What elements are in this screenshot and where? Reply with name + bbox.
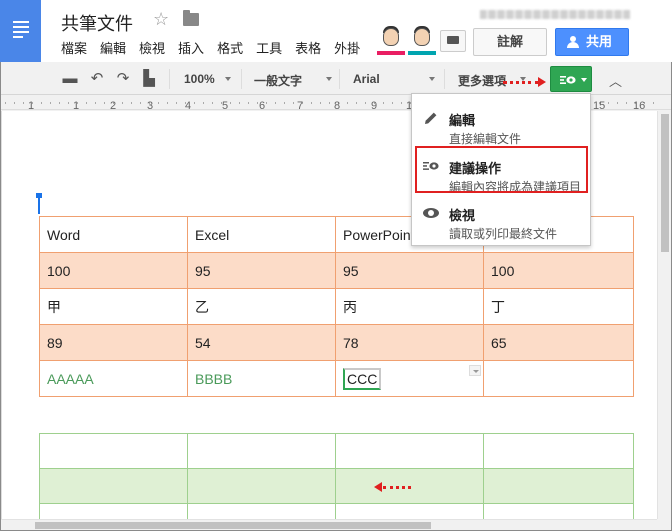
table-cell[interactable]: [187, 503, 336, 519]
table-cell[interactable]: 100: [483, 252, 634, 289]
table-cell[interactable]: [335, 503, 484, 519]
table-cell[interactable]: [187, 468, 336, 504]
table-cell[interactable]: 65: [483, 324, 634, 361]
menu-table[interactable]: 表格: [295, 38, 321, 57]
zoom-select[interactable]: 100%: [184, 72, 239, 86]
font-select[interactable]: Arial: [353, 72, 441, 86]
table-cell[interactable]: 78: [335, 324, 484, 361]
document-title[interactable]: 共筆文件: [61, 10, 133, 36]
suggest-icon: [560, 76, 576, 84]
annotation-arrow: [383, 486, 411, 489]
menu-bar: 檔案 編輯 檢視 插入 格式 工具 表格 外掛: [61, 38, 373, 57]
eye-icon: [423, 205, 439, 221]
table-cell[interactable]: 甲: [39, 288, 188, 325]
table-row: AAAAA BBBB CCC: [39, 360, 634, 397]
comments-button[interactable]: 註解: [473, 28, 547, 56]
menu-format[interactable]: 格式: [217, 38, 243, 57]
table-cell[interactable]: AAAAA: [39, 360, 188, 397]
empty-table[interactable]: [39, 433, 634, 519]
docs-home-icon[interactable]: [0, 0, 41, 62]
suggested-text[interactable]: CCC: [343, 367, 382, 390]
mode-editing-item[interactable]: 編輯 直接編輯文件: [412, 100, 592, 146]
table-row: [39, 433, 634, 469]
mode-viewing-item[interactable]: 檢視 讀取或列印最終文件: [412, 195, 592, 241]
table-cell[interactable]: 丁: [483, 288, 634, 325]
table-cell[interactable]: [335, 433, 484, 469]
person-icon: [567, 36, 580, 48]
table-row: 100 95 95 100: [39, 252, 634, 289]
table-cell[interactable]: Word: [39, 216, 188, 253]
table-cell[interactable]: 100: [39, 252, 188, 289]
table-cell[interactable]: 89: [39, 324, 188, 361]
pencil-icon: [425, 112, 437, 124]
table-row: [39, 468, 634, 504]
table-cell[interactable]: [483, 468, 634, 504]
header: 共筆文件 ☆ 檔案 編輯 檢視 插入 格式 工具 表格 外掛 註解 共用: [0, 0, 672, 62]
redo-icon[interactable]: ↷: [115, 71, 131, 87]
share-label: 共用: [586, 34, 613, 49]
text-cursor-marker: [36, 193, 42, 214]
table-cell[interactable]: BBBB: [187, 360, 336, 397]
chat-icon[interactable]: [440, 30, 466, 52]
table-cell[interactable]: 95: [335, 252, 484, 289]
undo-icon[interactable]: ↶: [89, 71, 105, 87]
editing-mode-button[interactable]: [550, 66, 592, 92]
style-select[interactable]: 一般文字: [254, 72, 332, 89]
table-cell[interactable]: [39, 503, 188, 519]
print-icon[interactable]: ▬: [62, 71, 78, 87]
menu-file[interactable]: 檔案: [61, 38, 87, 57]
table-row: 89 54 78 65: [39, 324, 634, 361]
table-cell[interactable]: [483, 503, 634, 519]
annotation-arrowhead: [374, 482, 382, 492]
menu-view[interactable]: 檢視: [139, 38, 165, 57]
menu-addons[interactable]: 外掛: [334, 38, 360, 57]
table-cell[interactable]: 95: [187, 252, 336, 289]
table-cell[interactable]: Excel: [187, 216, 336, 253]
active-table-cell[interactable]: CCC: [335, 360, 484, 397]
table-row: [39, 503, 634, 519]
folder-icon[interactable]: [183, 10, 199, 26]
horizontal-scrollbar[interactable]: [1, 519, 657, 530]
table-cell[interactable]: [39, 433, 188, 469]
menu-insert[interactable]: 插入: [178, 38, 204, 57]
star-icon[interactable]: ☆: [153, 9, 169, 30]
table-cell[interactable]: [483, 433, 634, 469]
blurred-account-info: [480, 10, 630, 19]
annotation-arrowhead: [538, 77, 546, 87]
table-row: 甲 乙 丙 丁: [39, 288, 634, 325]
toolbar: ▬ ↶ ↷ ▙ 100% 一般文字 Arial 更多選項 ︿: [1, 63, 671, 95]
paint-format-icon[interactable]: ▙: [141, 71, 157, 87]
share-button[interactable]: 共用: [555, 28, 629, 56]
table-cell[interactable]: [187, 433, 336, 469]
menu-edit[interactable]: 編輯: [100, 38, 126, 57]
collapse-menus-icon[interactable]: ︿: [609, 71, 622, 90]
menu-tools[interactable]: 工具: [256, 38, 282, 57]
avatar[interactable]: [408, 25, 436, 55]
table-cell[interactable]: 丙: [335, 288, 484, 325]
vertical-scrollbar[interactable]: [657, 111, 671, 519]
table-cell[interactable]: [39, 468, 188, 504]
cell-dropdown-icon[interactable]: [469, 365, 481, 376]
highlight-box: [415, 146, 588, 193]
annotation-arrow: [503, 81, 539, 84]
table-cell[interactable]: 乙: [187, 288, 336, 325]
table-cell[interactable]: [483, 360, 634, 397]
avatar[interactable]: [377, 25, 405, 55]
table-cell[interactable]: 54: [187, 324, 336, 361]
